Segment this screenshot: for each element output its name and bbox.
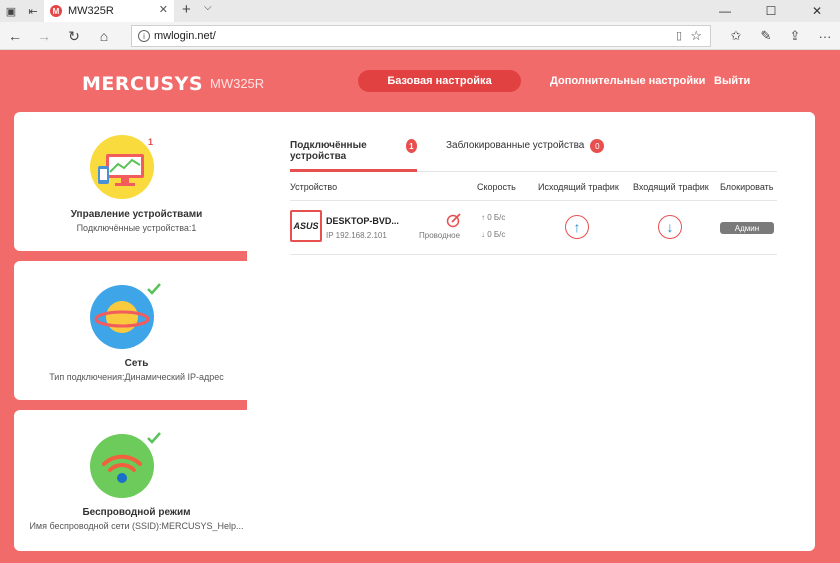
planet-icon	[90, 283, 161, 349]
close-tab-icon[interactable]: ✕	[159, 3, 168, 16]
home-button[interactable]: ⌂	[95, 27, 113, 45]
set-aside-tabs-icon[interactable]: ⇤	[22, 0, 44, 22]
nav-advanced-settings[interactable]: Дополнительные настройки	[550, 75, 705, 87]
address-input[interactable]: i mwlogin.net/ ▯ ☆	[131, 25, 711, 47]
speed-upload-value: 0 Б/с	[487, 213, 506, 222]
pen-icon[interactable]: ✎	[757, 27, 775, 45]
arrow-down-icon: ↓	[666, 219, 674, 235]
device-count-badge: 1	[148, 137, 154, 147]
column-header-download: Входящий трафик	[633, 182, 709, 192]
tab-connected-devices[interactable]: Подключённые устройства 1	[290, 139, 417, 172]
tab-blocked-devices[interactable]: Заблокированные устройства 0	[446, 139, 605, 172]
card-title: Беспроводной режим	[82, 507, 191, 518]
connected-count-badge: 1	[405, 139, 417, 153]
wifi-icon	[90, 432, 161, 498]
close-window-button[interactable]: ✕	[794, 0, 840, 22]
device-name[interactable]: DESKTOP-BVD...	[326, 216, 399, 226]
tab-title: MW325R	[68, 5, 114, 17]
mercusys-favicon-icon: M	[50, 5, 62, 17]
devices-icon	[90, 135, 154, 199]
new-tab-button[interactable]: +	[182, 1, 191, 18]
card-subtitle: Имя беспроводной сети (SSID):MERCUSYS_He…	[29, 521, 244, 531]
tab-actions-icon[interactable]: ▣	[0, 0, 22, 22]
card-subtitle: Подключённые устройства:1	[76, 223, 197, 233]
card-wireless[interactable]: Беспроводной режим Имя беспроводной сети…	[14, 410, 259, 551]
speed-download: ↓ 0 Б/с	[481, 230, 506, 239]
forward-button[interactable]: →	[35, 27, 53, 45]
minimize-button[interactable]: —	[702, 0, 748, 22]
share-icon[interactable]: ⇪	[786, 27, 804, 45]
active-card-pointer	[240, 176, 247, 190]
download-traffic-button[interactable]: ↓	[658, 215, 682, 239]
tab-label: Подключённые устройства	[290, 140, 367, 162]
vendor-logo: ASUS	[290, 210, 322, 242]
chevron-down-icon[interactable]: ⌵	[204, 2, 212, 13]
column-header-device: Устройство	[290, 182, 338, 192]
column-header-block: Блокировать	[720, 182, 774, 192]
model-name: MW325R	[210, 76, 265, 91]
favorite-star-icon[interactable]: ☆	[690, 28, 702, 44]
device-tabs: Подключённые устройства 1 Заблокированны…	[290, 139, 777, 172]
router-header: MERCUSYS MW325R Базовая настройка Дополн…	[0, 50, 840, 108]
header-divider	[290, 200, 777, 201]
card-title: Сеть	[124, 358, 149, 369]
address-toolbar: ← → ↻ ⌂ i mwlogin.net/ ▯ ☆ ✩ ✎ ⇪ ···	[0, 22, 840, 50]
admin-badge: Админ	[720, 222, 774, 234]
reading-view-icon[interactable]: ▯	[676, 29, 682, 42]
nav-logout[interactable]: Выйти	[714, 75, 750, 87]
maximize-button[interactable]: ☐	[748, 0, 794, 22]
back-button[interactable]: ←	[6, 27, 24, 45]
blocked-count-badge: 0	[590, 139, 605, 153]
browser-tab[interactable]: M MW325R ✕	[44, 0, 174, 22]
favorites-icon[interactable]: ✩	[727, 27, 745, 45]
site-info-icon[interactable]: i	[138, 30, 150, 42]
card-network[interactable]: Сеть Тип подключения:Динамический IP-адр…	[14, 261, 259, 400]
upload-traffic-button[interactable]: ↑	[565, 215, 589, 239]
connection-type: Проводное	[419, 231, 461, 240]
edit-device-icon[interactable]	[446, 212, 462, 228]
arrow-up-icon: ↑	[573, 219, 581, 235]
tab-label: Заблокированные устройства	[446, 140, 585, 151]
brand-logo: MERCUSYS	[82, 73, 204, 95]
speed-download-value: 0 Б/с	[487, 230, 506, 239]
speed-upload: ↑ 0 Б/с	[481, 213, 506, 222]
nav-basic-settings[interactable]: Базовая настройка	[358, 70, 521, 92]
devices-panel: Подключённые устройства 1 Заблокированны…	[247, 112, 815, 551]
card-device-management[interactable]: 1 Управление устройствами Подключённые у…	[14, 112, 259, 251]
device-ip: IP 192.168.2.101	[326, 231, 387, 240]
more-menu-icon[interactable]: ···	[816, 27, 834, 45]
column-header-upload: Исходящий трафик	[538, 182, 619, 192]
refresh-button[interactable]: ↻	[65, 27, 83, 45]
card-title: Управление устройствами	[70, 209, 203, 220]
column-header-speed: Скорость	[477, 182, 516, 192]
row-divider	[290, 254, 777, 255]
url-text: mwlogin.net/	[154, 30, 216, 42]
card-subtitle: Тип подключения:Динамический IP-адрес	[49, 372, 224, 382]
